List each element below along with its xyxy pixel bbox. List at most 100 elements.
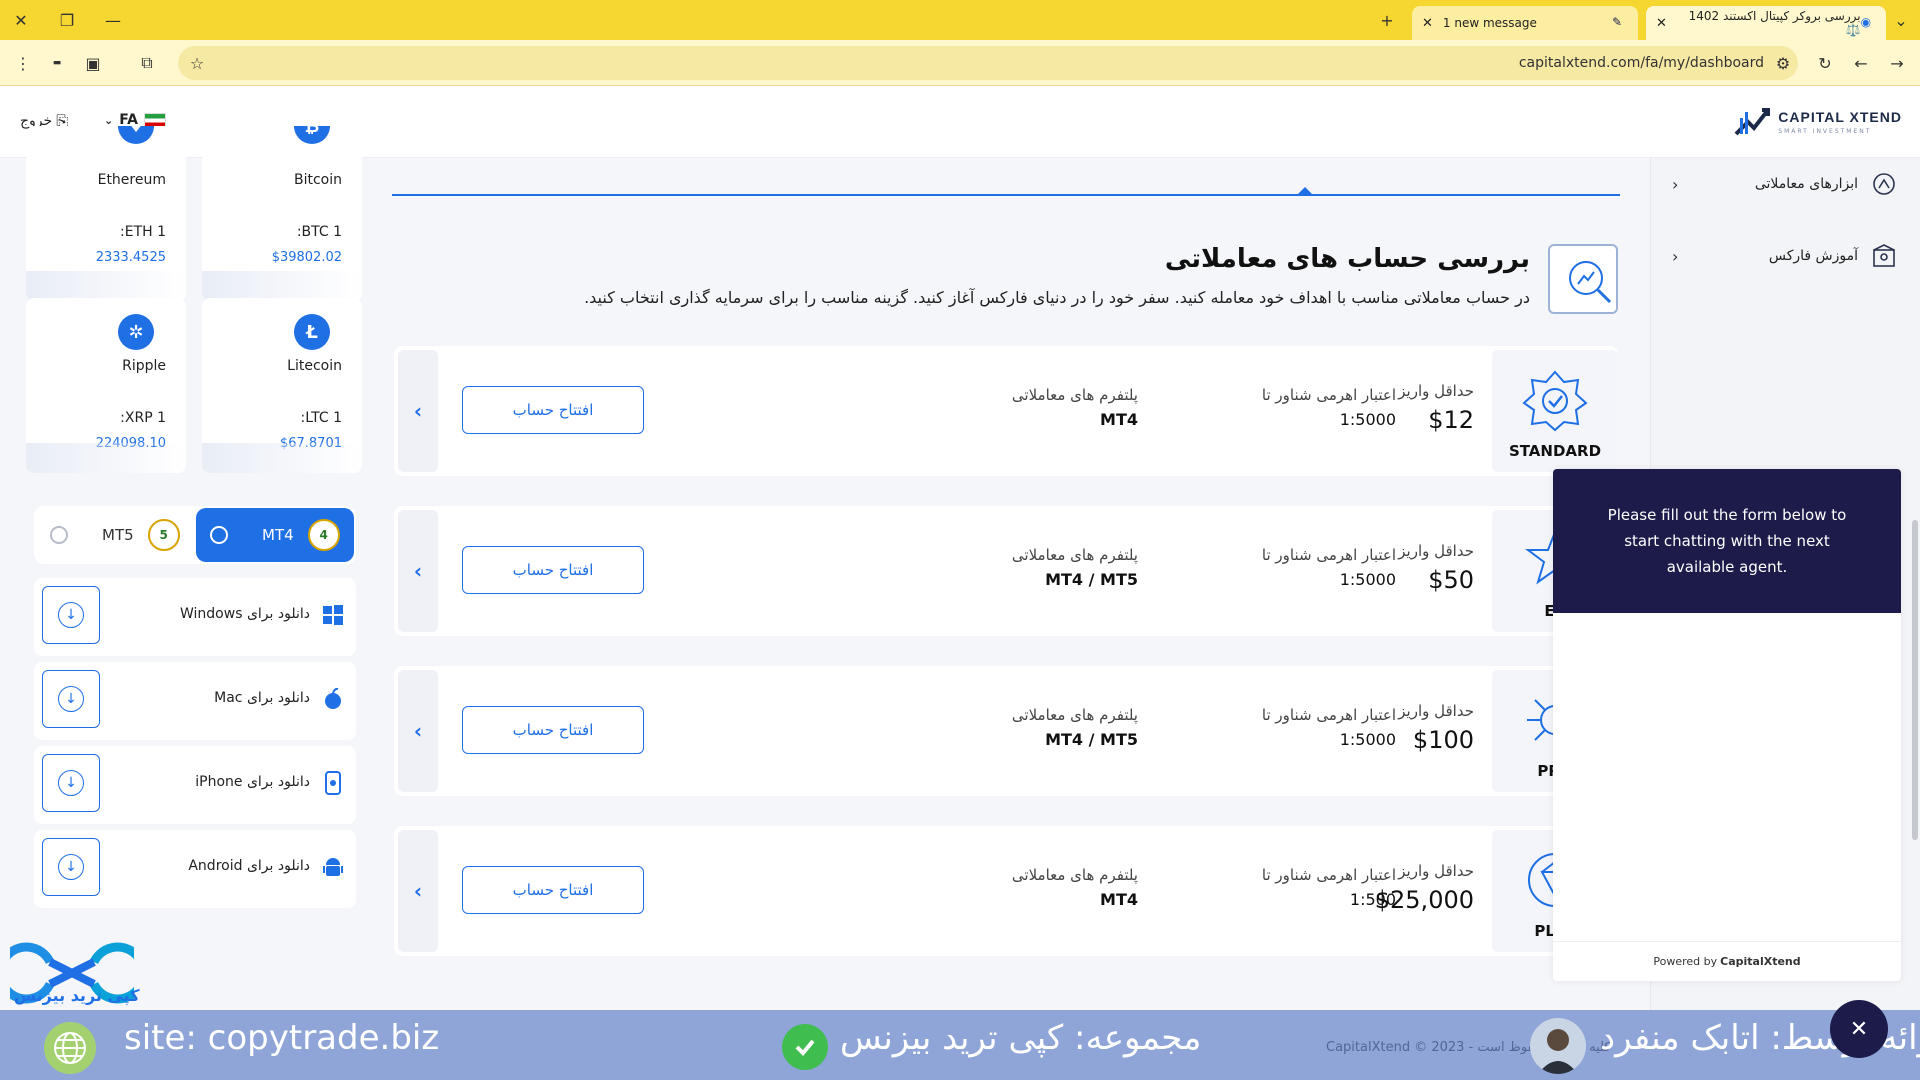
globe-icon <box>44 1022 96 1074</box>
tab-broker-review[interactable]: ✕ بررسی بروکر کپیتال اکستند 1402 ⚖️ ◉ <box>1646 6 1886 40</box>
leverage-label: اعتبار اهرمی شناور تا <box>1261 546 1396 564</box>
checkmark-icon <box>782 1024 828 1070</box>
browser-tab-bar: ✕ ❐ — + ✕ 1 new message ✎ ✕ بررسی بروکر … <box>0 0 1920 40</box>
metatrader-4-icon: 4 <box>307 519 340 551</box>
download-label: دانلود برای Windows <box>180 606 310 622</box>
download-arrow-icon: ↓ <box>58 854 84 880</box>
restore-window-icon[interactable]: ❐ <box>50 6 84 34</box>
leverage-value: 1:5000 <box>1339 410 1396 429</box>
crypto-price: $39802.02 <box>271 250 342 265</box>
card-decoration <box>202 443 362 473</box>
education-icon <box>1873 244 1895 267</box>
platforms-label: پلتفرم های معاملاتی <box>1011 866 1138 884</box>
brand-name: CAPITAL XTEND <box>1778 109 1902 125</box>
tier-name: STANDARD <box>1508 442 1602 460</box>
section-tab-indicator <box>392 194 1620 196</box>
open-account-button[interactable]: افتتاح حساب <box>462 706 644 754</box>
close-tab-icon[interactable]: ✕ <box>1422 16 1433 31</box>
account-details-toggle[interactable]: ‹ <box>398 670 438 792</box>
tab-title: 1 new message <box>1442 16 1537 30</box>
platform-toggle: MT5 5 MT4 4 <box>34 506 356 564</box>
crypto-price: 2333.4525 <box>95 250 166 265</box>
download-arrow-icon: ↓ <box>58 602 84 628</box>
deposit-label: حداقل واریز <box>1398 862 1474 880</box>
windows-icon <box>322 604 344 626</box>
platforms-value: MT4 / MT5 <box>1045 570 1138 589</box>
tab-search-chevron-icon[interactable]: ⌄ <box>1884 6 1918 34</box>
sidebar-item-trading-tools[interactable]: ابزارهای معاملاتی ‹ <box>1650 164 1920 204</box>
sidebar-item-forex-education[interactable]: آموزش فارکس ‹ <box>1650 236 1920 276</box>
leverage-label: اعتبار اهرمی شناور تا <box>1261 866 1396 884</box>
platform-option-mt4[interactable]: MT4 4 <box>196 508 354 562</box>
open-account-button[interactable]: افتتاح حساب <box>462 546 644 594</box>
mt4-radio[interactable] <box>210 526 228 544</box>
crypto-card-ethereum: ♦ Ethereum :ETH 1 2333.4525 <box>26 126 186 301</box>
android-icon <box>322 856 344 878</box>
new-tab-icon[interactable]: + <box>1370 6 1404 34</box>
sidebar-toggle-icon[interactable]: ▣ <box>80 50 106 76</box>
account-search-icon <box>1548 244 1618 314</box>
account-details-toggle[interactable]: ‹ <box>398 350 438 472</box>
open-account-button[interactable]: افتتاح حساب <box>462 386 644 434</box>
chat-powered-by: Powered by CapitalXtend <box>1553 941 1901 981</box>
download-label: دانلود برای Mac <box>214 690 310 706</box>
account-details-toggle[interactable]: ‹ <box>398 510 438 632</box>
leverage-label: اعتبار اهرمی شناور تا <box>1261 386 1396 404</box>
litecoin-icon: Ł <box>294 314 330 350</box>
chat-launcher-button[interactable]: ✕ <box>1830 1000 1888 1058</box>
sidebar-item-label: ابزارهای معاملاتی <box>1754 176 1858 192</box>
tab-chat-notification[interactable]: ✕ 1 new message ✎ <box>1412 6 1638 40</box>
extensions-puzzle-icon[interactable]: ⧉ <box>134 50 160 76</box>
ripple-icon: ✲ <box>118 314 154 350</box>
download-label: دانلود برای Android <box>188 858 310 874</box>
chevron-left-icon: ‹ <box>1672 174 1679 194</box>
account-row-standard: ‹ افتتاح حساب پلتفرم های معاملاتی MT4 اع… <box>394 346 1618 476</box>
extension-icon[interactable]: ▬ <box>44 50 70 76</box>
platforms-label: پلتفرم های معاملاتی <box>1011 706 1138 724</box>
bookmark-star-icon[interactable]: ☆ <box>184 50 210 76</box>
mt5-radio[interactable] <box>50 526 68 544</box>
close-icon: ✕ <box>1849 1016 1869 1042</box>
platform-option-mt5[interactable]: MT5 5 <box>36 508 194 562</box>
download-mac-card: ↓ دانلود برای Mac <box>34 662 356 740</box>
powered-by-prefix: Powered by <box>1653 955 1718 968</box>
tier-badge: STANDARD <box>1492 350 1618 472</box>
crypto-name: Ethereum <box>97 172 166 188</box>
bitcoin-icon: ₿ <box>294 126 330 144</box>
close-window-icon[interactable]: ✕ <box>4 6 38 34</box>
crypto-card-ripple: ✲ Ripple :XRP 1 224098.10 <box>26 298 186 473</box>
download-arrow-icon: ↓ <box>58 686 84 712</box>
site-settings-icon[interactable]: ⚙ <box>1770 50 1796 76</box>
download-mac-button[interactable]: ↓ <box>42 670 100 728</box>
minimize-window-icon[interactable]: — <box>96 6 130 34</box>
reload-icon[interactable]: ↻ <box>1812 50 1838 76</box>
iphone-icon <box>322 771 344 795</box>
forward-icon[interactable]: → <box>1884 50 1910 76</box>
capitalxtend-logo[interactable]: CAPITAL XTEND SMART INVESTMENT <box>1732 104 1902 138</box>
back-icon[interactable]: ← <box>1848 50 1874 76</box>
account-row-platinum: ‹ افتتاح حساب پلتفرم های معاملاتی MT4 اع… <box>394 826 1618 956</box>
deposit-label: حداقل واریز <box>1398 382 1474 400</box>
open-account-button[interactable]: افتتاح حساب <box>462 866 644 914</box>
brand-tagline: SMART INVESTMENT <box>1778 128 1872 135</box>
apple-icon <box>322 688 344 710</box>
page-title: بررسی حساب های معاملاتی <box>1164 244 1530 274</box>
site-favicon-icon: ◉ <box>1860 15 1872 29</box>
download-android-button[interactable]: ↓ <box>42 838 100 896</box>
download-iphone-card: ↓ دانلود برای iPhone <box>34 746 356 824</box>
banner-site: site: copytrade.biz <box>124 1018 440 1058</box>
menu-dots-icon[interactable]: ⋮ <box>10 50 36 76</box>
address-bar-row: ⋮ ▬ ▣ ⧉ ☆ capitalxtend.com/fa/my/dashboa… <box>0 40 1920 86</box>
account-details-toggle[interactable]: ‹ <box>398 830 438 952</box>
download-iphone-button[interactable]: ↓ <box>42 754 100 812</box>
chat-favicon-icon: ✎ <box>1612 15 1623 29</box>
sidebar-item-label: آموزش فارکس <box>1768 248 1858 264</box>
platforms-value: MT4 <box>1100 410 1138 429</box>
crypto-unit: :BTC 1 <box>296 224 342 240</box>
close-tab-icon[interactable]: ✕ <box>1656 16 1667 31</box>
page-scrollbar-thumb[interactable] <box>1912 520 1918 840</box>
url-text[interactable]: capitalxtend.com/fa/my/dashboard <box>1519 55 1764 71</box>
download-windows-button[interactable]: ↓ <box>42 586 100 644</box>
tab-caret-icon <box>1298 187 1312 194</box>
powered-by-brand[interactable]: CapitalXtend <box>1720 955 1801 968</box>
